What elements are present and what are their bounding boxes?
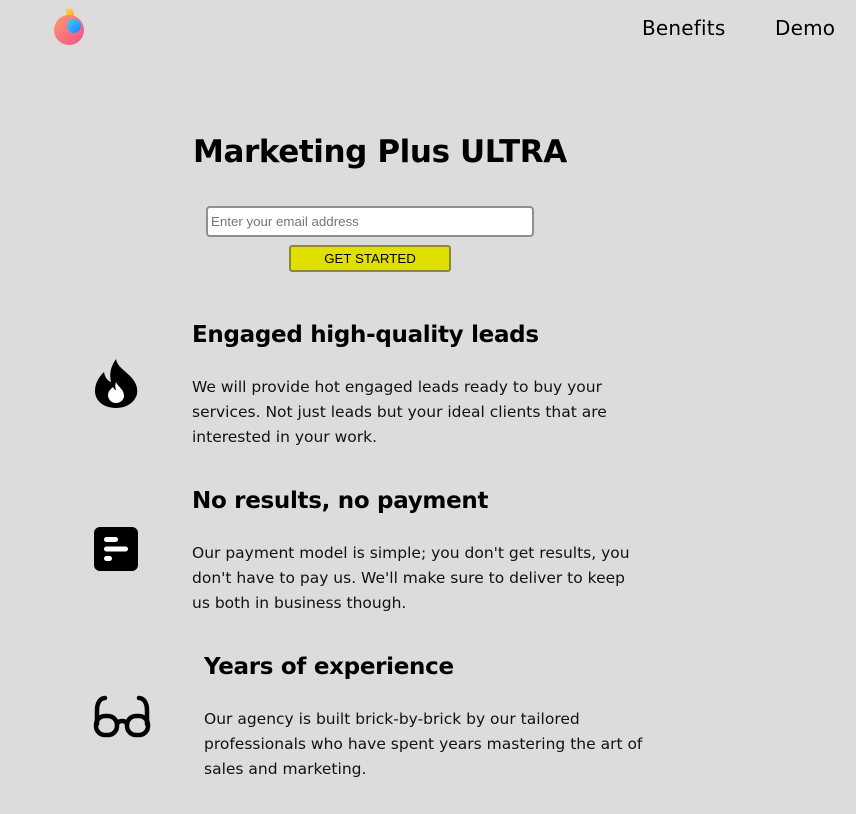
nav-demo-link[interactable]: Demo <box>775 16 835 40</box>
fire-icon <box>95 359 138 408</box>
feature-title: Years of experience <box>204 654 454 680</box>
nav-benefits-link[interactable]: Benefits <box>642 16 725 40</box>
feature-description: Our payment model is simple; you don't g… <box>192 544 630 612</box>
feature-title: Engaged high-quality leads <box>192 322 539 348</box>
chart-bar-icon <box>94 527 138 571</box>
feature-title: No results, no payment <box>192 488 489 514</box>
glasses-icon <box>93 695 151 738</box>
brand-logo-icon[interactable] <box>52 6 88 46</box>
feature-description: We will provide hot engaged leads ready … <box>192 378 607 446</box>
page-title: Marketing Plus ULTRA <box>193 134 567 170</box>
get-started-button[interactable]: GET STARTED <box>289 245 451 272</box>
email-input[interactable] <box>206 206 534 237</box>
feature-description: Our agency is built brick-by-brick by ou… <box>204 710 643 778</box>
